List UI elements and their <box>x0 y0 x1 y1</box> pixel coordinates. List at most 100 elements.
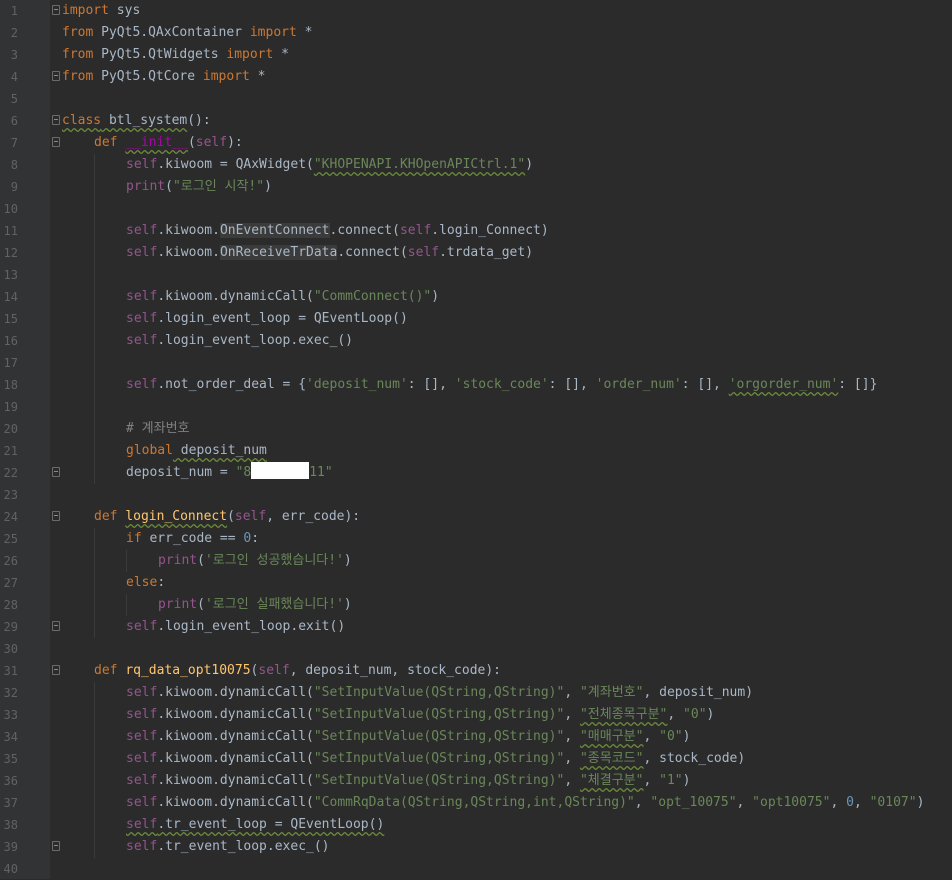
code-line-10[interactable]: 10 <box>0 198 952 220</box>
line-number: 7 <box>10 136 18 150</box>
indent-guide <box>94 770 95 792</box>
token: .login_Connect) <box>431 223 549 238</box>
code-line-37[interactable]: 37 self.kiwoom.dynamicCall("CommRqData(Q… <box>0 792 952 814</box>
self-keyword: self <box>407 245 440 260</box>
token: : <box>251 531 260 546</box>
keyword: def <box>94 663 126 678</box>
self-keyword: self <box>195 135 228 150</box>
code-line-25[interactable]: 25 if err_code == 0: <box>0 528 952 550</box>
indent-guide <box>94 286 95 308</box>
code-line-22[interactable]: 22 deposit_num = "8 11" <box>0 462 952 484</box>
code-line-33[interactable]: 33 self.kiwoom.dynamicCall("SetInputValu… <box>0 704 952 726</box>
fold-marker-icon[interactable] <box>52 841 60 851</box>
code-line-27[interactable]: 27 else: <box>0 572 952 594</box>
token: .login_event_loop.exit() <box>157 619 346 634</box>
code-line-11[interactable]: 11 self.kiwoom.OnEventConnect.connect(se… <box>0 220 952 242</box>
fold-marker-icon[interactable] <box>52 71 60 81</box>
code-line-35[interactable]: 35 self.kiwoom.dynamicCall("SetInputValu… <box>0 748 952 770</box>
code-line-39[interactable]: 39 self.tr_event_loop.exec_() <box>0 836 952 858</box>
code-line-24[interactable]: 24 def login_Connect(self, err_code): <box>0 506 952 528</box>
code-line-31[interactable]: 31 def rq_data_opt10075(self, deposit_nu… <box>0 660 952 682</box>
token: ( <box>165 179 173 194</box>
fold-marker-icon[interactable] <box>52 115 60 125</box>
fold-marker-icon[interactable] <box>52 137 60 147</box>
token: ) <box>682 729 691 744</box>
code-line-38[interactable]: 38 self.tr_event_loop = QEventLoop() <box>0 814 952 836</box>
code-line-7[interactable]: 7 def __init__(self): <box>0 132 952 154</box>
code-line-20[interactable]: 20 # 계좌번호 <box>0 418 952 440</box>
code-line-36[interactable]: 36 self.kiwoom.dynamicCall("SetInputValu… <box>0 770 952 792</box>
code-text: print('로그인 성공했습니다!') <box>158 550 352 572</box>
token: deposit_num = <box>126 465 236 480</box>
code-line-6[interactable]: 6 class btl_system(): <box>0 110 952 132</box>
token: sys <box>108 3 141 18</box>
indent-guide <box>94 330 95 352</box>
code-line-16[interactable]: 16 self.login_event_loop.exec_() <box>0 330 952 352</box>
indent-guide <box>94 396 95 418</box>
code-line-21[interactable]: 21 global deposit_num <box>0 440 952 462</box>
fold-marker-icon[interactable] <box>52 621 60 631</box>
indent-guide <box>94 748 95 770</box>
code-line-14[interactable]: 14 self.kiwoom.dynamicCall("CommConnect(… <box>0 286 952 308</box>
token: , <box>634 795 651 810</box>
code-line-18[interactable]: 18 self.not_order_deal = {'deposit_num':… <box>0 374 952 396</box>
code-line-30[interactable]: 30 <box>0 638 952 660</box>
token: ) <box>264 179 272 194</box>
code-line-13[interactable]: 13 <box>0 264 952 286</box>
fold-marker-icon[interactable] <box>52 5 60 15</box>
code-line-34[interactable]: 34 self.kiwoom.dynamicCall("SetInputValu… <box>0 726 952 748</box>
code-line-26[interactable]: 26 print('로그인 성공했습니다!') <box>0 550 952 572</box>
token: * <box>249 69 266 84</box>
indent-guide <box>126 550 127 572</box>
line-number: 1 <box>10 4 18 18</box>
line-number: 36 <box>3 774 18 788</box>
self-keyword: self <box>126 685 158 700</box>
string-literal: '로그인 실패했습니다!' <box>204 597 344 612</box>
code-line-29[interactable]: 29 self.login_event_loop.exit() <box>0 616 952 638</box>
token: .connect( <box>337 245 408 260</box>
token: .not_order_deal = { <box>157 377 307 392</box>
code-text: if err_code == 0: <box>126 528 259 550</box>
code-line-19[interactable]: 19 <box>0 396 952 418</box>
code-text: print('로그인 실패했습니다!') <box>158 594 352 616</box>
line-number: 16 <box>3 334 18 348</box>
line-number: 22 <box>3 466 18 480</box>
code-line-2[interactable]: 2 from PyQt5.QAxContainer import * <box>0 22 952 44</box>
code-text: self.tr_event_loop = QEventLoop() <box>126 814 384 836</box>
code-line-23[interactable]: 23 <box>0 484 952 506</box>
code-text: self.kiwoom.dynamicCall("SetInputValue(Q… <box>126 770 690 792</box>
code-line-15[interactable]: 15 self.login_event_loop = QEventLoop() <box>0 308 952 330</box>
keyword: import <box>202 69 250 84</box>
code-line-28[interactable]: 28 print('로그인 실패했습니다!') <box>0 594 952 616</box>
indent-guide <box>94 198 95 220</box>
code-editor[interactable]: 1 import sys 2 from PyQt5.QAxContainer i… <box>0 0 952 879</box>
token: ) <box>343 597 352 612</box>
token: * <box>273 47 289 62</box>
code-line-12[interactable]: 12 self.kiwoom.OnReceiveTrData.connect(s… <box>0 242 952 264</box>
code-line-4[interactable]: 4 from PyQt5.QtCore import * <box>0 66 952 88</box>
line-number: 23 <box>3 488 18 502</box>
code-line-40[interactable]: 40 <box>0 858 952 880</box>
self-keyword: self <box>126 333 158 348</box>
code-line-3[interactable]: 3 from PyQt5.QtWidgets import * <box>0 44 952 66</box>
token: , <box>564 685 580 700</box>
indent-guide <box>94 264 95 286</box>
token: .tr_event_loop.exec_() <box>157 839 330 854</box>
line-number: 34 <box>3 730 18 744</box>
token: , stock_code) <box>643 751 746 766</box>
line-number: 11 <box>3 224 18 238</box>
fold-marker-icon[interactable] <box>52 665 60 675</box>
code-line-1[interactable]: 1 import sys <box>0 0 952 22</box>
fold-marker-icon[interactable] <box>52 467 60 477</box>
self-keyword: self <box>126 223 158 238</box>
code-line-9[interactable]: 9 print("로그인 시작!") <box>0 176 952 198</box>
redaction-box <box>251 462 310 479</box>
code-line-32[interactable]: 32 self.kiwoom.dynamicCall("SetInputValu… <box>0 682 952 704</box>
code-text: # 계좌번호 <box>126 418 190 440</box>
token: : []} <box>838 377 878 392</box>
code-line-17[interactable]: 17 <box>0 352 952 374</box>
self-keyword: self <box>234 509 267 524</box>
code-line-8[interactable]: 8 self.kiwoom = QAxWidget("KHOPENAPI.KHO… <box>0 154 952 176</box>
fold-marker-icon[interactable] <box>52 511 60 521</box>
code-line-5[interactable]: 5 <box>0 88 952 110</box>
